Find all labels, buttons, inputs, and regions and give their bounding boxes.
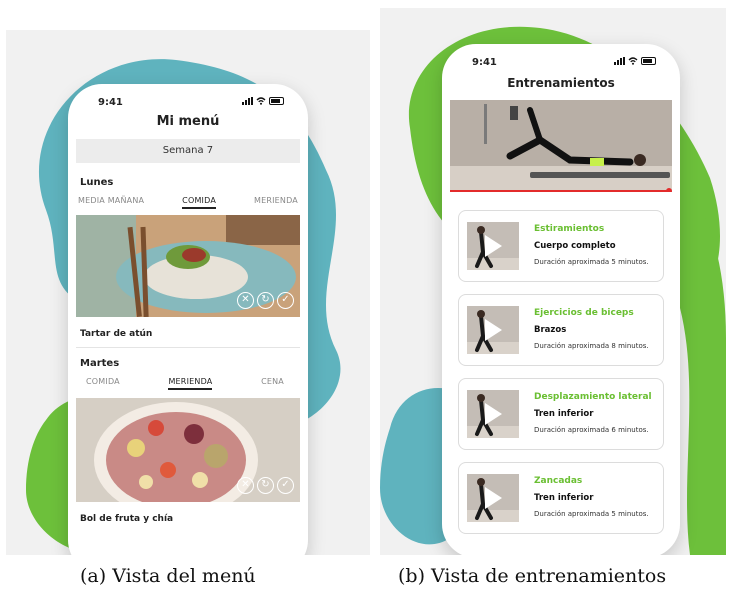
status-bar: 9:41: [68, 84, 308, 110]
page-title: Mi menú: [156, 114, 220, 129]
workout-thumbnail[interactable]: [467, 222, 519, 270]
workout-list: Estiramientos Cuerpo completo Duración apr…: [442, 210, 680, 534]
menu-figure-panel: 9:41 Mi menú Semana 7 Lunes MEDIA MAÑANA…: [6, 30, 370, 555]
workout-thumbnail[interactable]: [467, 306, 519, 354]
status-time: 9:41: [98, 97, 123, 108]
featured-workout-video[interactable]: [450, 100, 672, 192]
workout-target: Brazos: [534, 325, 567, 335]
video-progress-handle[interactable]: [665, 188, 672, 192]
workout-duration: Duración aproximada 6 minutos.: [534, 426, 649, 434]
workout-target: Tren inferior: [534, 493, 594, 503]
workout-title: Estiramientos: [534, 224, 605, 234]
tab-cena[interactable]: CENA: [261, 377, 284, 390]
workouts-phone-screen: 9:41 Entrenamientos Estiramientos Cuerpo…: [442, 44, 680, 555]
workout-thumbnail[interactable]: [467, 390, 519, 438]
tab-merienda[interactable]: MERIENDA: [168, 377, 213, 390]
divider: [76, 347, 300, 348]
status-bar: 9:41: [442, 44, 680, 70]
caption-b: (b) Vista de entrenamientos: [398, 565, 667, 587]
video-progress-bar[interactable]: [450, 190, 670, 192]
swap-icon[interactable]: ↻: [257, 477, 274, 494]
workout-card[interactable]: Zancadas Tren inferior Duración aproximada…: [458, 462, 664, 534]
meal-tabs-monday: MEDIA MAÑANA COMIDA MERIENDA: [78, 196, 298, 209]
wifi-icon: [256, 97, 266, 105]
dish-name: Tartar de atún: [80, 329, 153, 339]
workouts-figure-panel: 9:41 Entrenamientos Estiramientos Cuerpo…: [380, 8, 726, 555]
play-icon[interactable]: [485, 319, 502, 341]
workout-duration: Duración aproximada 5 minutos.: [534, 258, 649, 266]
tab-media-manana[interactable]: MEDIA MAÑANA: [78, 196, 144, 209]
workout-target: Tren inferior: [534, 409, 594, 419]
workout-title: Desplazamiento lateral: [534, 392, 652, 402]
caption-a: (a) Vista del menú: [80, 565, 256, 587]
workout-title: Zancadas: [534, 476, 583, 486]
dish-actions: ✕ ↻ ✓: [237, 292, 294, 309]
check-icon[interactable]: ✓: [277, 292, 294, 309]
workout-card[interactable]: Estiramientos Cuerpo completo Duración apr…: [458, 210, 664, 282]
meal-tabs-tuesday: COMIDA MERIENDA CENA: [86, 377, 284, 390]
battery-icon: [269, 97, 284, 105]
signal-icon: [614, 57, 625, 65]
workout-target: Cuerpo completo: [534, 241, 616, 251]
wifi-icon: [628, 57, 638, 65]
dish-actions: ✕ ↻ ✓: [237, 477, 294, 494]
dish-photo-tuna-tartare[interactable]: ✕ ↻ ✓: [76, 215, 300, 317]
play-icon[interactable]: [485, 487, 502, 509]
dismiss-icon[interactable]: ✕: [237, 477, 254, 494]
dismiss-icon[interactable]: ✕: [237, 292, 254, 309]
workout-card[interactable]: Ejercicios de biceps Brazos Duración aprox…: [458, 294, 664, 366]
status-time: 9:41: [472, 57, 497, 68]
battery-icon: [641, 57, 656, 65]
workout-duration: Duración aproximada 8 minutos.: [534, 342, 649, 350]
week-selector[interactable]: Semana 7: [76, 139, 300, 163]
signal-icon: [242, 97, 253, 105]
workout-video-frame: [450, 100, 672, 192]
dish-name: Bol de fruta y chía: [80, 514, 174, 524]
workout-card[interactable]: Desplazamiento lateral Tren inferior Durac…: [458, 378, 664, 450]
play-icon[interactable]: [485, 403, 502, 425]
workout-duration: Duración aproximada 5 minutos.: [534, 510, 649, 518]
page-title: Entrenamientos: [507, 76, 615, 90]
swap-icon[interactable]: ↻: [257, 292, 274, 309]
workout-title: Ejercicios de biceps: [534, 308, 634, 318]
workout-thumbnail[interactable]: [467, 474, 519, 522]
day-label-monday: Lunes: [80, 177, 114, 188]
check-icon[interactable]: ✓: [277, 477, 294, 494]
dish-photo-fruit-bowl[interactable]: ✕ ↻ ✓: [76, 398, 300, 502]
play-icon[interactable]: [485, 235, 502, 257]
tab-merienda[interactable]: MERIENDA: [254, 196, 298, 209]
tab-comida[interactable]: COMIDA: [182, 196, 216, 209]
day-label-tuesday: Martes: [80, 358, 120, 369]
menu-phone-screen: 9:41 Mi menú Semana 7 Lunes MEDIA MAÑANA…: [68, 84, 308, 555]
tab-comida[interactable]: COMIDA: [86, 377, 120, 390]
